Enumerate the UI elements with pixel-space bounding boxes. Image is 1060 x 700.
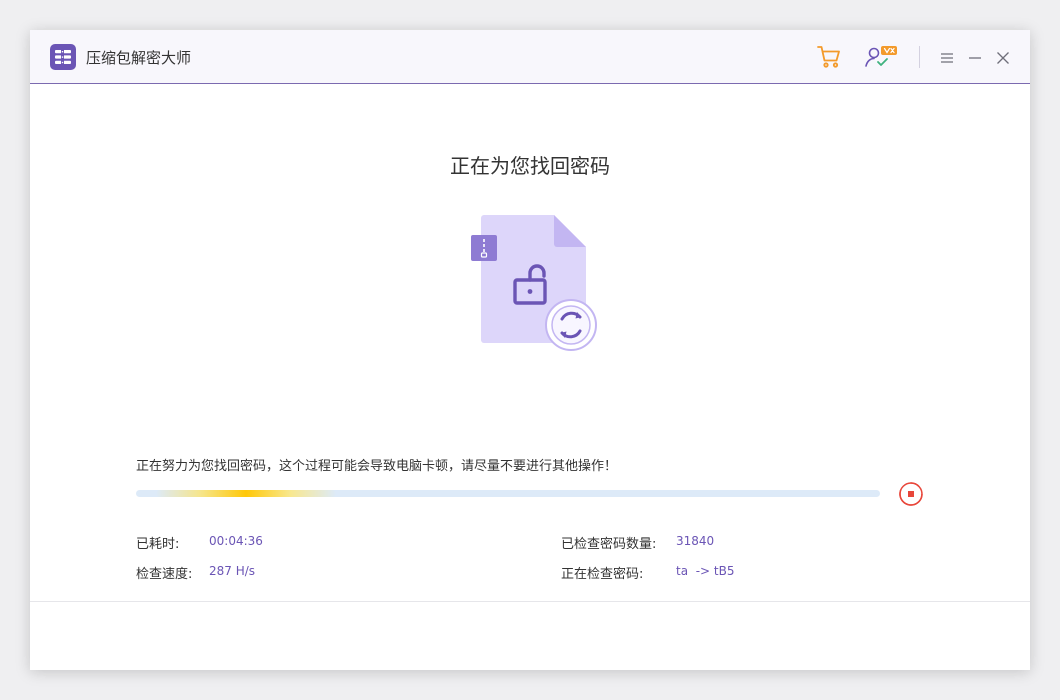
checked-count-value: 31840 [676,534,715,548]
stop-button[interactable] [898,481,924,507]
elapsed-label: 已耗时: [136,537,180,552]
progress-bar-fill [156,490,336,497]
menu-icon[interactable] [940,50,954,64]
user-vip-icon[interactable] [864,43,902,71]
minimize-icon[interactable] [968,50,982,64]
app-title: 压缩包解密大师 [86,49,192,67]
recovery-notice: 正在努力为您找回密码，这个过程可能会导致电脑卡顿，请尽量不要进行其他操作！ [136,459,618,474]
titlebar-divider [919,46,920,68]
page-title: 正在为您找回密码 [450,154,610,178]
speed-label: 检查速度: [136,567,193,582]
elapsed-value: 00:04:36 [209,534,263,548]
locked-archive-file-icon [468,212,602,354]
app-window: 压缩包解密大师 正在为您找回密码 正在努力为您找回密码，这个过程可能会导致电脑卡… [30,30,1030,670]
cart-icon[interactable] [816,44,842,70]
checked-count-label: 已检查密码数量: [561,537,657,552]
current-password-label: 正在检查密码: [561,567,644,582]
speed-value: 287 H/s [209,564,256,578]
footer-divider [30,601,1030,602]
current-password-value: ta -> tB5 [676,564,735,578]
close-icon[interactable] [996,50,1010,64]
app-logo-icon [50,44,76,70]
progress-bar [136,490,880,497]
title-bar: 压缩包解密大师 [30,30,1030,84]
